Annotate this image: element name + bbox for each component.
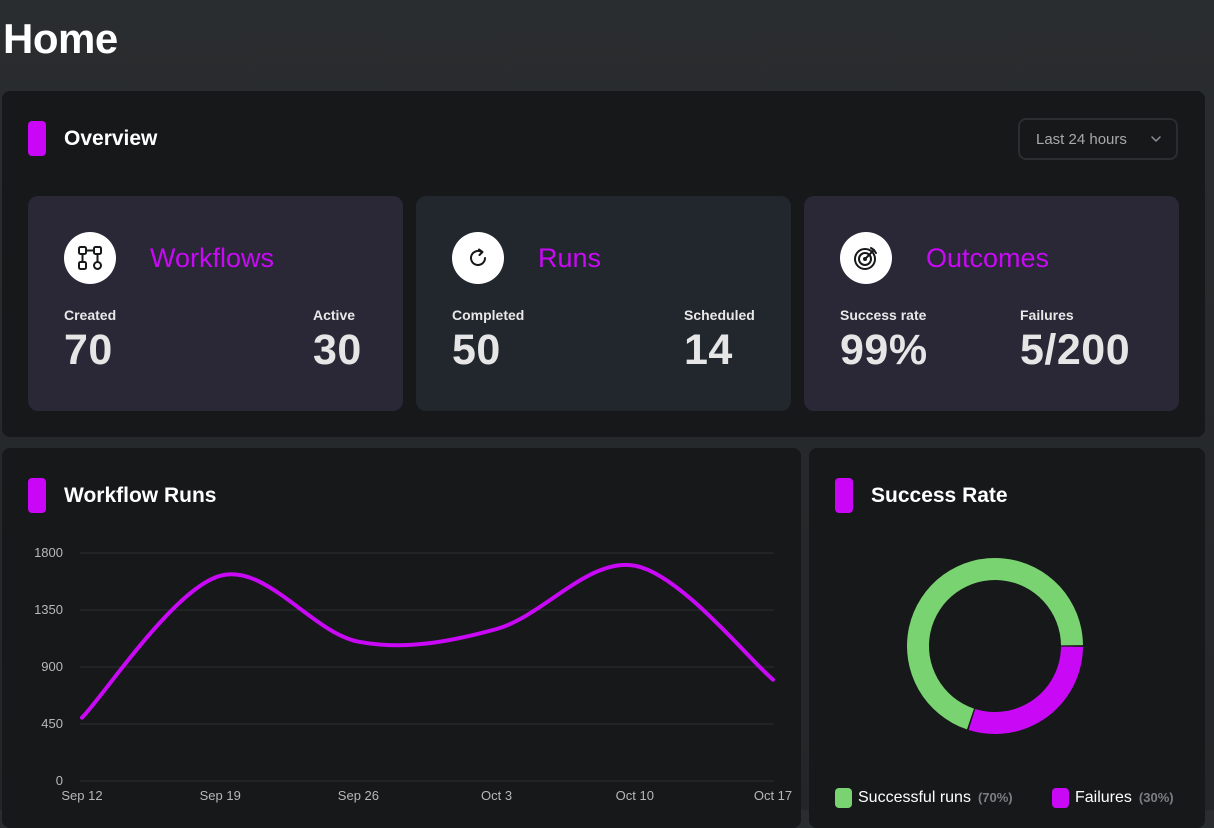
- legend-item-successful-runs[interactable]: Successful runs (70%): [835, 788, 1013, 808]
- stat-value-scheduled: 14: [684, 326, 733, 374]
- stat-value-completed: 50: [452, 326, 501, 374]
- stat-label-success-rate: Success rate: [840, 307, 927, 323]
- y-tick-label: 900: [41, 659, 63, 674]
- workflows-card-title: Workflows: [150, 243, 275, 273]
- stat-label-failures: Failures: [1020, 307, 1074, 323]
- runs-card[interactable]: Runs Completed 50 Scheduled 14: [416, 196, 791, 411]
- stat-value-active: 30: [313, 326, 362, 374]
- legend-pct-failures: (30%): [1138, 790, 1174, 805]
- runs-card-title: Runs: [538, 243, 602, 273]
- time-range-select[interactable]: Last 24 hours: [1018, 118, 1178, 160]
- x-tick-label: Sep 19: [200, 788, 241, 803]
- y-tick-label: 1350: [34, 602, 63, 617]
- workflow-icon: [64, 232, 116, 284]
- series-line: [80, 562, 775, 720]
- outcomes-card[interactable]: Outcomes Success rate 99% Failures 5/200: [804, 196, 1179, 411]
- legend-item-failures[interactable]: Failures (30%): [1052, 788, 1174, 808]
- stat-value-failures: 5/200: [1020, 326, 1131, 374]
- workflow-runs-panel: Workflow Runs 0 450 900 1350 1800 Sep 12 Sep 1…: [2, 448, 801, 828]
- legend-label-successful: Successful runs: [858, 789, 971, 806]
- overview-title: Overview: [64, 127, 158, 150]
- x-tick-label: Oct 17: [754, 788, 792, 803]
- x-tick-label: Oct 10: [616, 788, 654, 803]
- stat-value-created: 70: [64, 326, 113, 374]
- donut-slice-failures[interactable]: [968, 646, 1083, 734]
- target-icon: [840, 232, 892, 284]
- legend-label-failures: Failures: [1075, 789, 1132, 806]
- legend-swatch-failures: [1052, 788, 1069, 808]
- success-rate-donut-chart: [907, 558, 1083, 734]
- x-tick-label: Sep 12: [61, 788, 102, 803]
- stat-label-active: Active: [313, 307, 356, 323]
- refresh-icon: [452, 232, 504, 284]
- success-rate-panel: Success Rate Successful runs (70%) Failu…: [809, 448, 1205, 828]
- legend-pct-successful: (70%): [977, 790, 1013, 805]
- workflow-runs-chart: 0 450 900 1350 1800 Sep 12 Sep 19 Sep 26 Oct 3 Oc…: [34, 545, 792, 803]
- stat-label-scheduled: Scheduled: [684, 307, 755, 323]
- legend-swatch-successful: [835, 788, 852, 808]
- outcomes-card-title: Outcomes: [926, 243, 1050, 273]
- time-range-value: Last 24 hours: [1036, 130, 1127, 148]
- chevron-down-icon: [1151, 136, 1161, 142]
- overview-panel: Overview Last 24 hours Workflows Created…: [2, 91, 1205, 437]
- y-tick-label: 1800: [34, 545, 63, 560]
- stat-value-success-rate: 99%: [840, 326, 928, 374]
- page-title: Home: [3, 15, 118, 62]
- y-tick-label: 0: [56, 773, 63, 788]
- x-tick-label: Sep 26: [338, 788, 379, 803]
- overview-accent-bar: [28, 121, 46, 156]
- y-tick-label: 450: [41, 716, 63, 731]
- stat-label-created: Created: [64, 307, 117, 323]
- stat-label-completed: Completed: [452, 307, 525, 323]
- workflows-card[interactable]: Workflows Created 70 Active 30: [28, 196, 403, 411]
- x-tick-label: Oct 3: [481, 788, 512, 803]
